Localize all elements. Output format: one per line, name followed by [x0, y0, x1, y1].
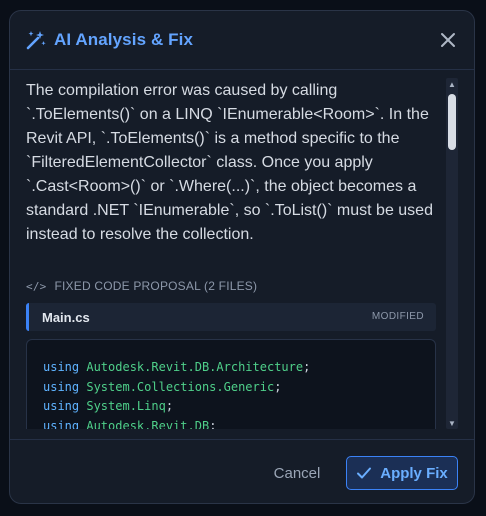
code-icon: </> [26, 279, 47, 293]
code-punct: ; [303, 360, 311, 374]
scroll-thumb[interactable] [448, 94, 456, 150]
scroll-down-arrow-icon[interactable]: ▼ [446, 417, 458, 429]
file-accent-bar [26, 303, 29, 331]
code-keyword: using [43, 418, 80, 430]
code-line: using System.Collections.Generic; [43, 378, 310, 398]
code-namespace: System.Linq [86, 399, 166, 413]
explanation-line: `.Cast<Room>()` or `.Where(...)`, the ob… [26, 178, 417, 195]
explanation-line: Revit API, `.ToElements()` is a method s… [26, 130, 400, 147]
scroll-up-arrow-icon[interactable]: ▲ [446, 78, 458, 90]
dialog-title: AI Analysis & Fix [54, 30, 194, 49]
code-keyword: using [43, 399, 80, 413]
file-status-badge: MODIFIED [371, 311, 424, 322]
file-name: Main.cs [42, 310, 90, 325]
explanation-line: instead to resolve the collection. [26, 226, 254, 243]
code-keyword: using [43, 360, 80, 374]
apply-fix-label: Apply Fix [380, 464, 448, 482]
code-keyword: using [43, 379, 80, 394]
scrollable-content[interactable]: The compilation error was caused by call… [26, 79, 446, 429]
code-punct: ; [274, 379, 282, 394]
apply-fix-button[interactable]: Apply Fix [346, 456, 458, 490]
code-line: using Autodesk.Revit.DB.Architecture; [43, 358, 310, 378]
analysis-explanation: The compilation error was caused by call… [26, 79, 446, 247]
code-namespace: Autodesk.Revit.DB.Architecture [86, 360, 304, 374]
code-line: using Autodesk.Revit.DB; [43, 417, 310, 430]
code-lines: using Autodesk.Revit.DB.Architecture; us… [43, 358, 310, 429]
code-block: using Autodesk.Revit.DB.Architecture; us… [26, 339, 436, 429]
file-header-main-cs[interactable]: Main.cs MODIFIED [26, 303, 436, 331]
cancel-button[interactable]: Cancel [272, 464, 322, 484]
ai-analysis-dialog: AI Analysis & Fix The compilation error … [9, 10, 475, 504]
explanation-line: `.ToElements()` on a LINQ `IEnumerable<R… [26, 106, 429, 123]
dialog-footer: Cancel Apply Fix [10, 439, 474, 503]
check-icon [357, 467, 372, 479]
section-label: FIXED CODE PROPOSAL (2 FILES) [54, 279, 258, 293]
dialog-header: AI Analysis & Fix [10, 11, 474, 70]
code-line: using System.Linq; [43, 397, 310, 417]
close-icon[interactable] [436, 28, 460, 52]
code-namespace: Autodesk.Revit.DB [86, 418, 210, 430]
explanation-line: standard .NET `IEnumerable`, so `.ToList… [26, 202, 433, 219]
code-punct: ; [165, 399, 174, 413]
explanation-line: `FilteredElementCollector` class. Once y… [26, 154, 373, 171]
code-punct: ; [209, 418, 217, 430]
vertical-scrollbar[interactable]: ▲ ▼ [446, 78, 458, 429]
explanation-line: The compilation error was caused by call… [26, 82, 338, 99]
code-namespace: System.Collections.Generic [86, 379, 275, 394]
magic-wand-icon [26, 31, 46, 50]
fixed-code-section-header: </> FIXED CODE PROPOSAL (2 FILES) [26, 277, 257, 295]
